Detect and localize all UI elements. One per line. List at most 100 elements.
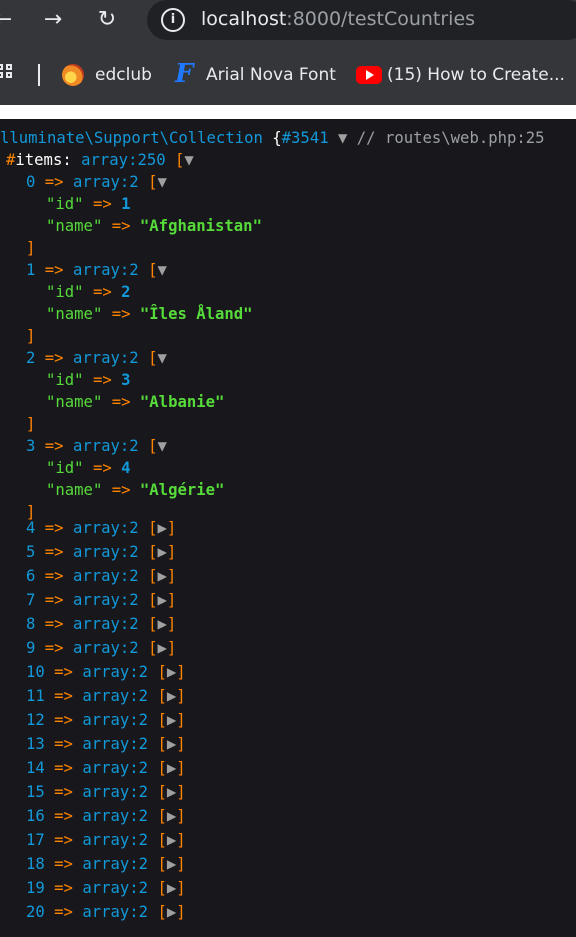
collapsed-array-entry[interactable]: 17 => array:2 [▶] [26, 829, 186, 851]
arrow: => [54, 783, 73, 801]
expand-toggle[interactable]: ▶ [157, 639, 166, 657]
close-bracket: ] [176, 903, 186, 921]
close-bracket: ] [176, 759, 186, 777]
collapsed-array-entry[interactable]: 13 => array:2 [▶] [26, 733, 186, 755]
field-key: "id" [46, 195, 84, 213]
entry-index: 9 [26, 639, 36, 657]
close-bracket: ] [176, 855, 186, 873]
entry-index: 6 [26, 567, 36, 585]
object-ref[interactable]: #3541 [282, 129, 329, 147]
expand-toggle[interactable]: ▶ [167, 855, 176, 873]
collapse-toggle[interactable]: ▼ [157, 349, 166, 367]
back-arrow-icon[interactable]: ← [0, 2, 18, 38]
expand-toggle[interactable]: ▶ [167, 711, 176, 729]
collapsed-array-entry[interactable]: 19 => array:2 [▶] [26, 877, 186, 899]
bookmark-arial-nova-font[interactable]: F Arial Nova Font [175, 60, 336, 88]
open-bracket: [ [157, 759, 167, 777]
expand-toggle[interactable]: ▶ [167, 783, 176, 801]
expand-toggle[interactable]: ▶ [167, 903, 176, 921]
bookmark-edclub[interactable]: edclub [62, 62, 152, 88]
url-text[interactable]: localhost:8000/testCountries [201, 7, 475, 31]
collapsed-array-entry[interactable]: 12 => array:2 [▶] [26, 709, 186, 731]
arrow: => [44, 261, 64, 279]
array-entry-header: 1 => array:2 [▼ [26, 259, 167, 281]
source-comment[interactable]: // routes\web.php:25 [357, 129, 545, 147]
field-key: "name" [46, 481, 103, 499]
arrow: => [54, 759, 73, 777]
page-top-strip [0, 105, 576, 119]
collapse-toggle[interactable]: ▼ [184, 151, 193, 169]
collapsed-array-entry[interactable]: 10 => array:2 [▶] [26, 661, 186, 683]
expand-toggle[interactable]: ▶ [157, 615, 166, 633]
expand-toggle[interactable]: ▶ [167, 663, 176, 681]
expand-toggle[interactable]: ▶ [167, 759, 176, 777]
collapsed-array-entry[interactable]: 18 => array:2 [▶] [26, 853, 186, 875]
collapse-toggle[interactable]: ▼ [157, 261, 166, 279]
expand-toggle[interactable]: ▶ [167, 879, 176, 897]
entry-index: 20 [26, 903, 45, 921]
expand-toggle[interactable]: ▶ [167, 807, 176, 825]
address-bar[interactable]: i localhost:8000/testCountries [147, 0, 576, 40]
array-type: array:2 [72, 567, 139, 585]
expand-toggle[interactable]: ▶ [157, 591, 166, 609]
collapse-toggle[interactable]: ▼ [338, 129, 347, 147]
arrow: => [44, 173, 64, 191]
close-bracket: ] [176, 783, 186, 801]
arrow: => [54, 903, 73, 921]
field-value: 3 [121, 371, 131, 389]
property-colon: : [62, 151, 72, 169]
name-field: "name" => "Îles Åland" [46, 303, 253, 325]
collapsed-array-entry[interactable]: 7 => array:2 [▶] [26, 589, 176, 611]
collapsed-array-entry[interactable]: 11 => array:2 [▶] [26, 685, 186, 707]
expand-toggle[interactable]: ▶ [167, 687, 176, 705]
collapse-toggle[interactable]: ▼ [157, 173, 166, 191]
close-bracket: ] [176, 831, 186, 849]
collapsed-array-entry[interactable]: 14 => array:2 [▶] [26, 757, 186, 779]
array-type: array:2 [82, 783, 149, 801]
collapsed-array-entry[interactable]: 6 => array:2 [▶] [26, 565, 176, 587]
forward-arrow-icon[interactable]: → [38, 2, 68, 38]
array-type: array:2 [72, 519, 139, 537]
close-bracket: ] [166, 615, 177, 633]
array-type: array:250 [81, 151, 166, 169]
expand-toggle[interactable]: ▶ [157, 543, 166, 561]
expand-toggle[interactable]: ▶ [167, 735, 176, 753]
array-type: array:2 [72, 615, 139, 633]
arrow: => [54, 687, 73, 705]
collapsed-array-entry[interactable]: 5 => array:2 [▶] [26, 541, 176, 563]
collapsed-array-entry[interactable]: 9 => array:2 [▶] [26, 637, 176, 659]
array-entry-header: 0 => array:2 [▼ [26, 171, 167, 193]
bookmarks-separator [38, 64, 40, 86]
collapsed-array-entry[interactable]: 8 => array:2 [▶] [26, 613, 176, 635]
collapse-toggle[interactable]: ▼ [157, 437, 166, 455]
open-bracket: [ [157, 783, 167, 801]
site-info-icon[interactable]: i [161, 8, 185, 32]
property-name: items [15, 151, 63, 169]
apps-grid-icon[interactable] [0, 64, 18, 84]
expand-toggle[interactable]: ▶ [157, 519, 166, 537]
bookmark-label: (15) How to Create... [387, 65, 565, 85]
field-value: 1 [121, 195, 131, 213]
expand-toggle[interactable]: ▶ [157, 567, 166, 585]
entry-index: 14 [26, 759, 45, 777]
arrow: => [54, 711, 73, 729]
reload-icon[interactable]: ↻ [92, 2, 122, 38]
array-type: array:2 [72, 437, 139, 455]
property-hash: # [6, 151, 16, 169]
collapsed-array-entry[interactable]: 4 => array:2 [▶] [26, 517, 176, 539]
array-type: array:2 [72, 639, 139, 657]
open-bracket: [ [175, 151, 185, 169]
collapsed-array-entry[interactable]: 20 => array:2 [▶] [26, 901, 186, 923]
array-type: array:2 [82, 759, 149, 777]
expand-toggle[interactable]: ▶ [167, 831, 176, 849]
entry-index: 7 [26, 591, 36, 609]
collapsed-array-entry[interactable]: 16 => array:2 [▶] [26, 805, 186, 827]
entry-index: 19 [26, 879, 45, 897]
open-bracket: [ [157, 879, 167, 897]
entry-index: 15 [26, 783, 45, 801]
arrow: => [44, 639, 64, 657]
field-value: "Albanie" [139, 393, 225, 411]
collapsed-array-entry[interactable]: 15 => array:2 [▶] [26, 781, 186, 803]
arrow: => [44, 349, 64, 367]
bookmark-youtube-video[interactable]: (15) How to Create... [356, 62, 576, 88]
